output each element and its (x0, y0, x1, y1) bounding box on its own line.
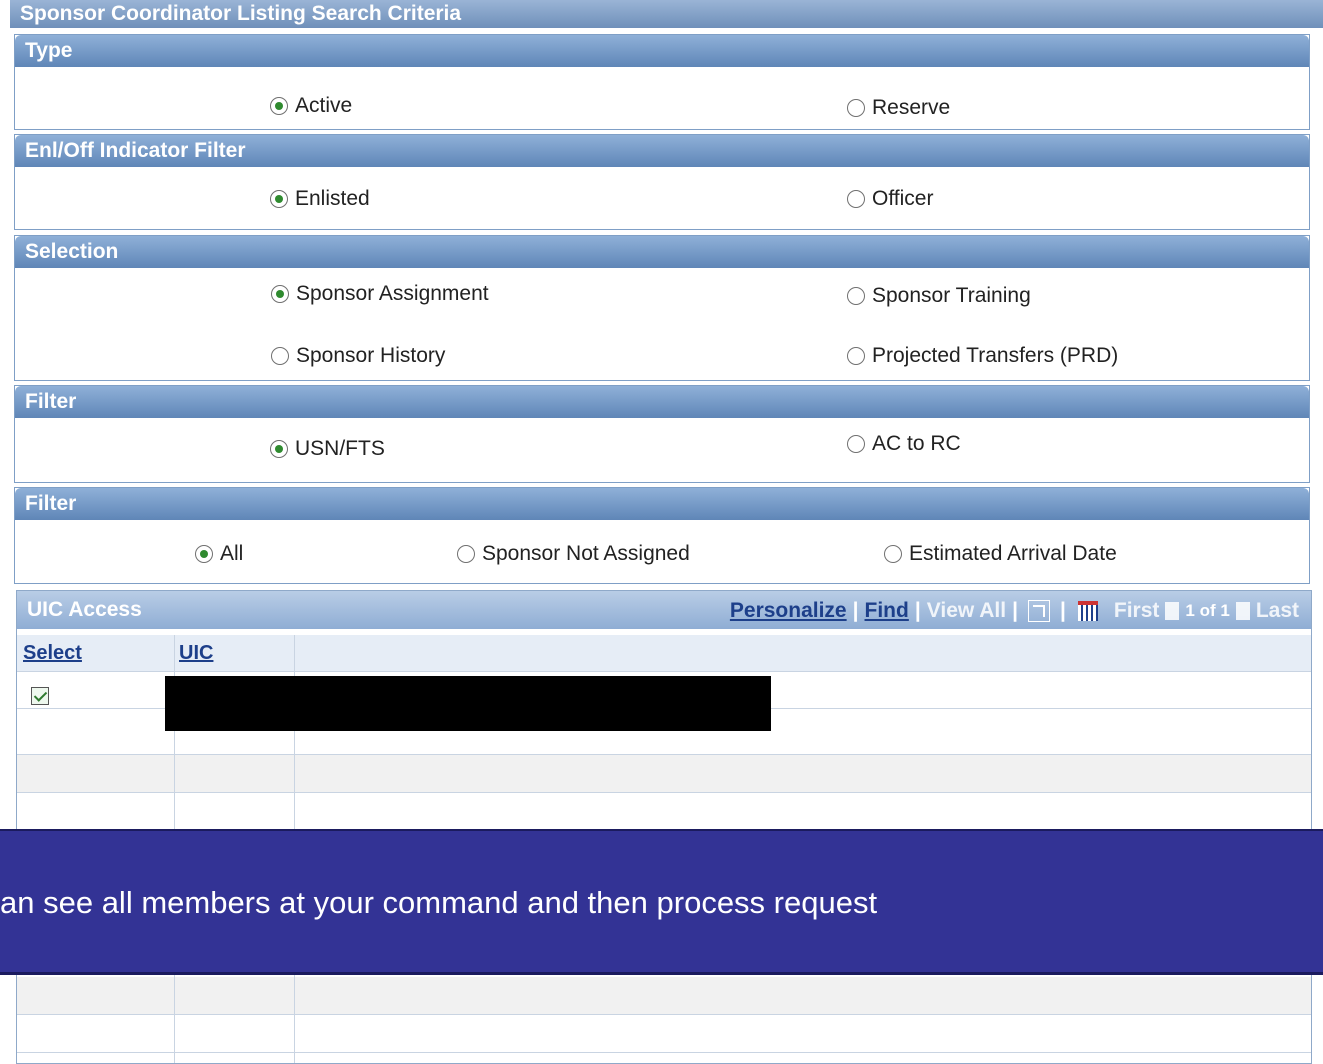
radio-selected-icon[interactable] (195, 545, 213, 563)
type-section: Type Active Reserve (14, 34, 1310, 130)
grid-nav: Personalize | Find | View All | | First … (729, 599, 1299, 623)
radio-reserve[interactable]: Reserve (847, 96, 950, 120)
table-row (17, 977, 1311, 1015)
instruction-banner: an see all members at your command and t… (0, 829, 1323, 975)
filter-section-1: Filter USN/FTS AC to RC (14, 385, 1310, 483)
grid-header: UIC Access Personalize | Find | View All… (17, 591, 1311, 629)
radio-sponsor-history[interactable]: Sponsor History (271, 344, 445, 368)
page-info: 1 of 1 (1185, 601, 1230, 620)
next-arrow-icon[interactable] (1235, 602, 1250, 620)
filter-section-1-title: Filter (15, 386, 1309, 418)
page-title: Sponsor Coordinator Listing Search Crite… (10, 0, 1323, 28)
select-checkbox[interactable] (31, 687, 49, 705)
table-row (17, 1015, 1311, 1053)
type-section-title: Type (15, 35, 1309, 67)
radio-all[interactable]: All (195, 542, 243, 566)
radio-active[interactable]: Active (270, 94, 352, 118)
filter-section-2: Filter All Sponsor Not Assigned Estimate… (14, 487, 1310, 584)
radio-icon[interactable] (847, 435, 865, 453)
radio-usn-fts[interactable]: USN/FTS (270, 437, 385, 461)
radio-selected-icon[interactable] (270, 190, 288, 208)
radio-selected-icon[interactable] (270, 97, 288, 115)
selection-section-title: Selection (15, 236, 1309, 268)
new-window-icon[interactable] (1028, 600, 1050, 622)
column-uic[interactable]: UIC (179, 635, 213, 671)
radio-sponsor-training[interactable]: Sponsor Training (847, 284, 1031, 308)
redacted-uic-value (165, 676, 771, 731)
radio-icon[interactable] (884, 545, 902, 563)
radio-estimated-arrival-date[interactable]: Estimated Arrival Date (884, 542, 1117, 566)
table-row (17, 793, 1311, 831)
radio-sponsor-assignment[interactable]: Sponsor Assignment (271, 282, 489, 306)
enl-off-section-title: Enl/Off Indicator Filter (15, 135, 1309, 167)
radio-enlisted[interactable]: Enlisted (270, 187, 370, 211)
radio-selected-icon[interactable] (270, 440, 288, 458)
radio-icon[interactable] (847, 190, 865, 208)
radio-icon[interactable] (457, 545, 475, 563)
download-grid-icon[interactable] (1077, 601, 1098, 621)
enl-off-section: Enl/Off Indicator Filter Enlisted Office… (14, 134, 1310, 230)
radio-projected-transfers[interactable]: Projected Transfers (PRD) (847, 344, 1118, 368)
radio-icon[interactable] (271, 347, 289, 365)
filter-section-2-title: Filter (15, 488, 1309, 520)
radio-selected-icon[interactable] (271, 285, 289, 303)
radio-icon[interactable] (847, 287, 865, 305)
radio-officer[interactable]: Officer (847, 187, 933, 211)
find-link[interactable]: Find (865, 599, 909, 623)
grid-title: UIC Access (27, 598, 142, 621)
column-select[interactable]: Select (23, 635, 82, 671)
radio-sponsor-not-assigned[interactable]: Sponsor Not Assigned (457, 542, 690, 566)
personalize-link[interactable]: Personalize (730, 599, 847, 623)
radio-ac-to-rc[interactable]: AC to RC (847, 432, 961, 456)
table-row (17, 755, 1311, 793)
last-link[interactable]: Last (1256, 599, 1299, 623)
prev-arrow-icon[interactable] (1165, 602, 1180, 620)
radio-icon[interactable] (847, 347, 865, 365)
banner-text: an see all members at your command and t… (0, 885, 878, 920)
uic-access-grid: UIC Access Personalize | Find | View All… (16, 590, 1312, 1064)
first-link[interactable]: First (1114, 599, 1160, 623)
view-all-link[interactable]: View All (927, 599, 1006, 623)
radio-icon[interactable] (847, 99, 865, 117)
selection-section: Selection Sponsor Assignment Sponsor Tra… (14, 235, 1310, 381)
